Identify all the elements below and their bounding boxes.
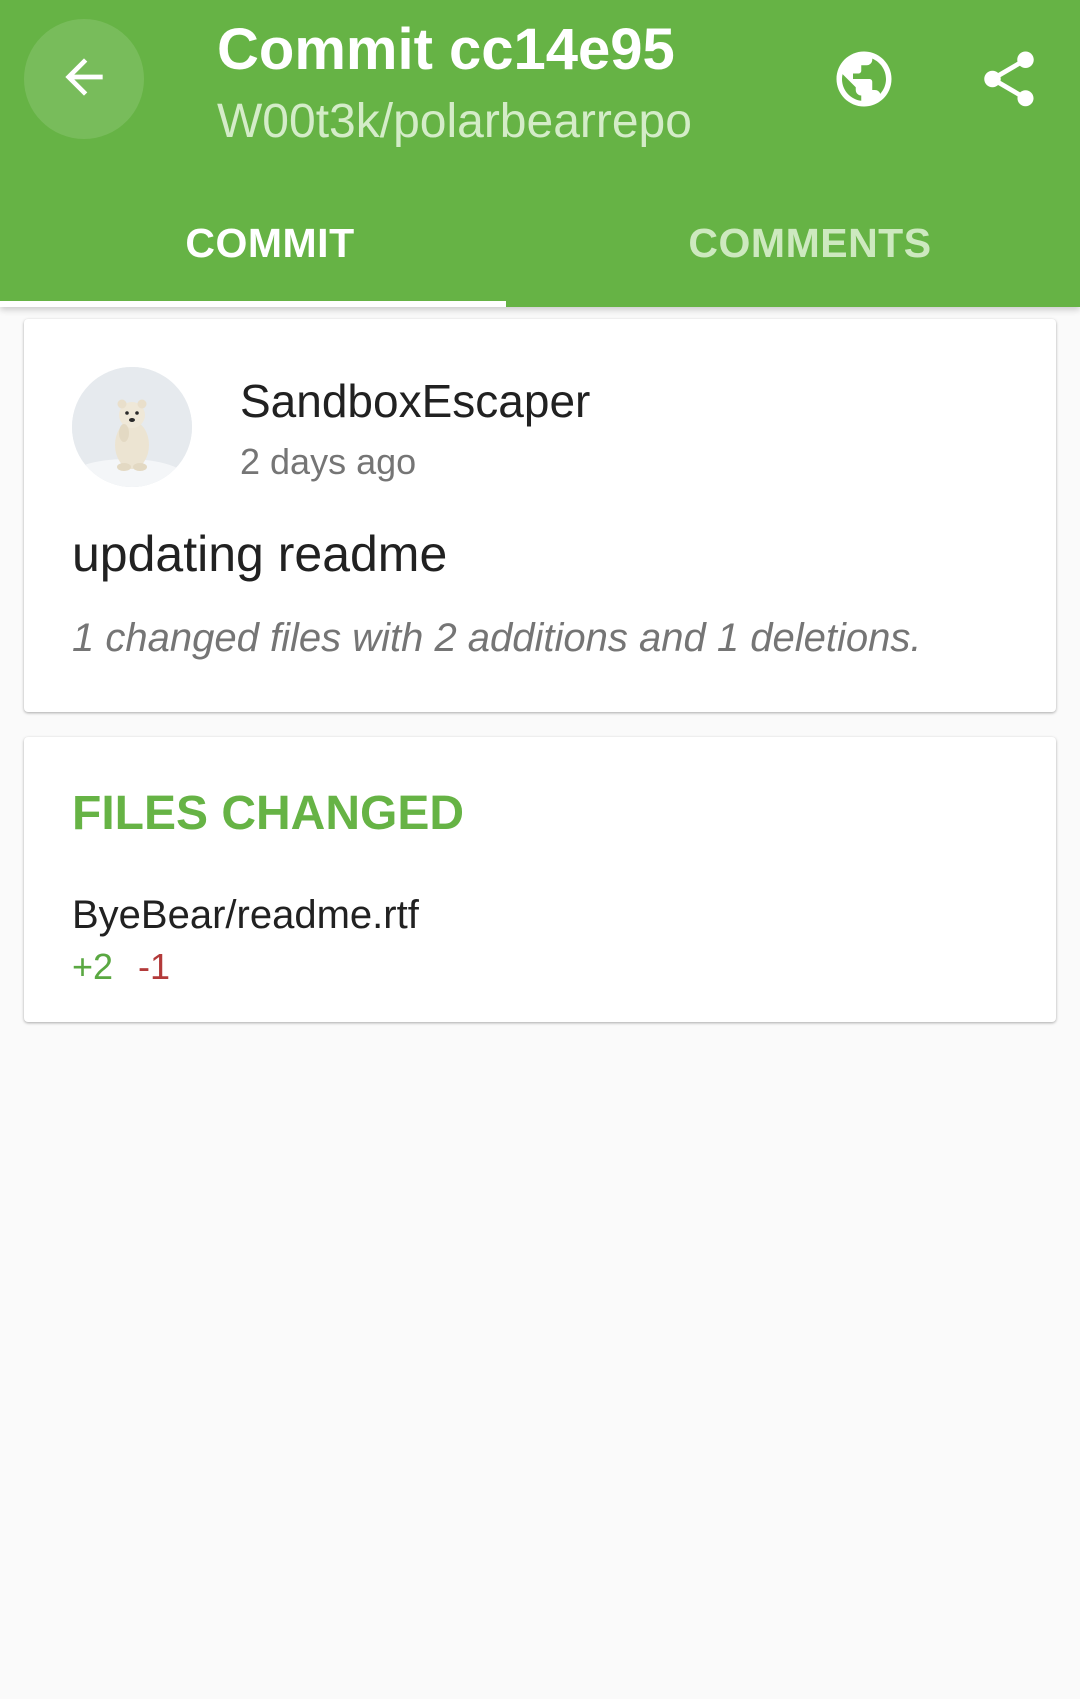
share-icon — [976, 46, 1042, 117]
active-tab-indicator — [0, 301, 506, 307]
commit-author[interactable]: SandboxEscaper — [240, 371, 590, 431]
commit-message: updating readme — [72, 526, 448, 582]
file-list-item[interactable]: ByeBear/readme.rtf +2 -1 — [72, 887, 1008, 993]
share-button[interactable] — [961, 33, 1057, 129]
tab-commit[interactable]: COMMIT — [0, 180, 540, 307]
open-in-browser-button[interactable] — [816, 33, 912, 129]
avatar[interactable] — [72, 367, 192, 487]
back-button[interactable] — [24, 19, 144, 139]
arrow-back-icon — [56, 49, 112, 110]
commit-card: SandboxEscaper 2 days ago updating readm… — [24, 319, 1056, 712]
file-deletions: -1 — [138, 946, 171, 987]
app-bar: Commit cc14e95 W00t3k/polarbearrepo COMM… — [0, 0, 1080, 307]
files-changed-heading: FILES CHANGED — [72, 787, 465, 840]
commit-stats: 1 changed files with 2 additions and 1 d… — [72, 616, 922, 660]
polar-bear-avatar-image — [72, 367, 192, 487]
globe-icon — [831, 46, 897, 117]
repo-subtitle: W00t3k/polarbearrepo — [217, 95, 692, 148]
tab-commit-label: COMMIT — [185, 220, 355, 266]
commit-time: 2 days ago — [240, 441, 417, 482]
page-title: Commit cc14e95 — [217, 17, 675, 82]
file-name: ByeBear/readme.rtf — [72, 893, 419, 937]
tab-comments[interactable]: COMMENTS — [540, 180, 1080, 307]
tab-bar: COMMIT COMMENTS — [0, 180, 1080, 307]
files-changed-card: FILES CHANGED ByeBear/readme.rtf +2 -1 — [24, 737, 1056, 1022]
tab-comments-label: COMMENTS — [688, 220, 932, 266]
file-additions: +2 — [72, 946, 114, 987]
